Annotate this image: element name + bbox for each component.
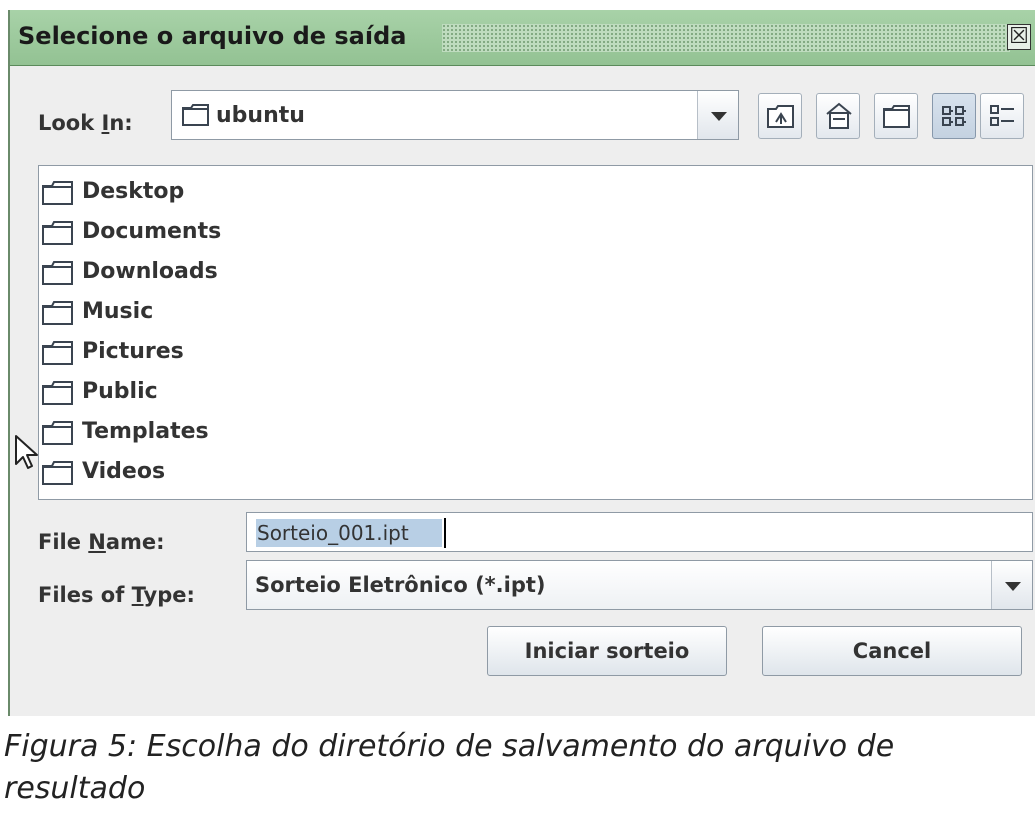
up-one-level-button[interactable] [758, 93, 802, 139]
file-list[interactable]: Desktop Documents Downloads Music Pictur… [38, 165, 1033, 500]
title-bar[interactable]: Selecione o arquivo de saída ☒ [10, 10, 1035, 66]
chevron-down-icon[interactable] [697, 91, 738, 139]
approve-button[interactable]: Iniciar sorteio [487, 626, 727, 676]
files-of-type-label-post: ype: [143, 583, 195, 607]
file-name-value: Sorteio_001.ipt [257, 521, 409, 545]
mouse-pointer-icon [14, 434, 40, 474]
look-in-label: Look In: [38, 111, 133, 135]
new-folder-button[interactable] [874, 93, 918, 139]
file-name: Desktop [82, 179, 185, 204]
file-chooser-dialog: Selecione o arquivo de saída ☒ Look In: … [8, 10, 1035, 716]
file-name: Templates [82, 419, 209, 444]
file-name-field[interactable]: Sorteio_001.ipt [246, 512, 1033, 552]
file-name: Videos [82, 459, 166, 484]
folder-icon [182, 104, 210, 130]
file-name: Pictures [82, 339, 184, 364]
look-in-label-post: n: [109, 111, 133, 135]
details-view-button[interactable] [980, 93, 1024, 139]
chevron-down-icon[interactable] [991, 561, 1032, 609]
files-of-type-label: Files of Type: [38, 583, 195, 607]
look-in-label-pre: Look [38, 111, 102, 135]
files-of-type-value: Sorteio Eletrônico (*.ipt) [255, 573, 546, 597]
close-button[interactable]: ☒ [1007, 24, 1031, 50]
cancel-button[interactable]: Cancel [762, 626, 1022, 676]
file-name-label-post: ame: [105, 530, 165, 554]
file-name-mnemonic: N [88, 530, 106, 554]
text-caret [444, 518, 446, 548]
dialog-title: Selecione o arquivo de saída [18, 22, 407, 50]
list-view-button[interactable] [932, 93, 976, 139]
file-name: Public [82, 379, 158, 404]
look-in-value: ubuntu [216, 103, 305, 128]
title-bar-grip[interactable] [442, 24, 1010, 52]
files-of-type-label-pre: Files of [38, 583, 132, 607]
look-in-dropdown[interactable]: ubuntu [171, 90, 739, 140]
file-name: Music [82, 299, 154, 324]
file-name-label-pre: File [38, 530, 89, 554]
home-button[interactable] [816, 93, 860, 139]
files-of-type-mnemonic: T [131, 583, 144, 607]
file-name: Documents [82, 219, 222, 244]
file-name: Downloads [82, 259, 218, 284]
file-name-label: File Name: [38, 530, 165, 554]
files-of-type-dropdown[interactable]: Sorteio Eletrônico (*.ipt) [246, 560, 1033, 610]
figure-caption: Figura 5: Escolha do diretório de salvam… [4, 729, 895, 806]
